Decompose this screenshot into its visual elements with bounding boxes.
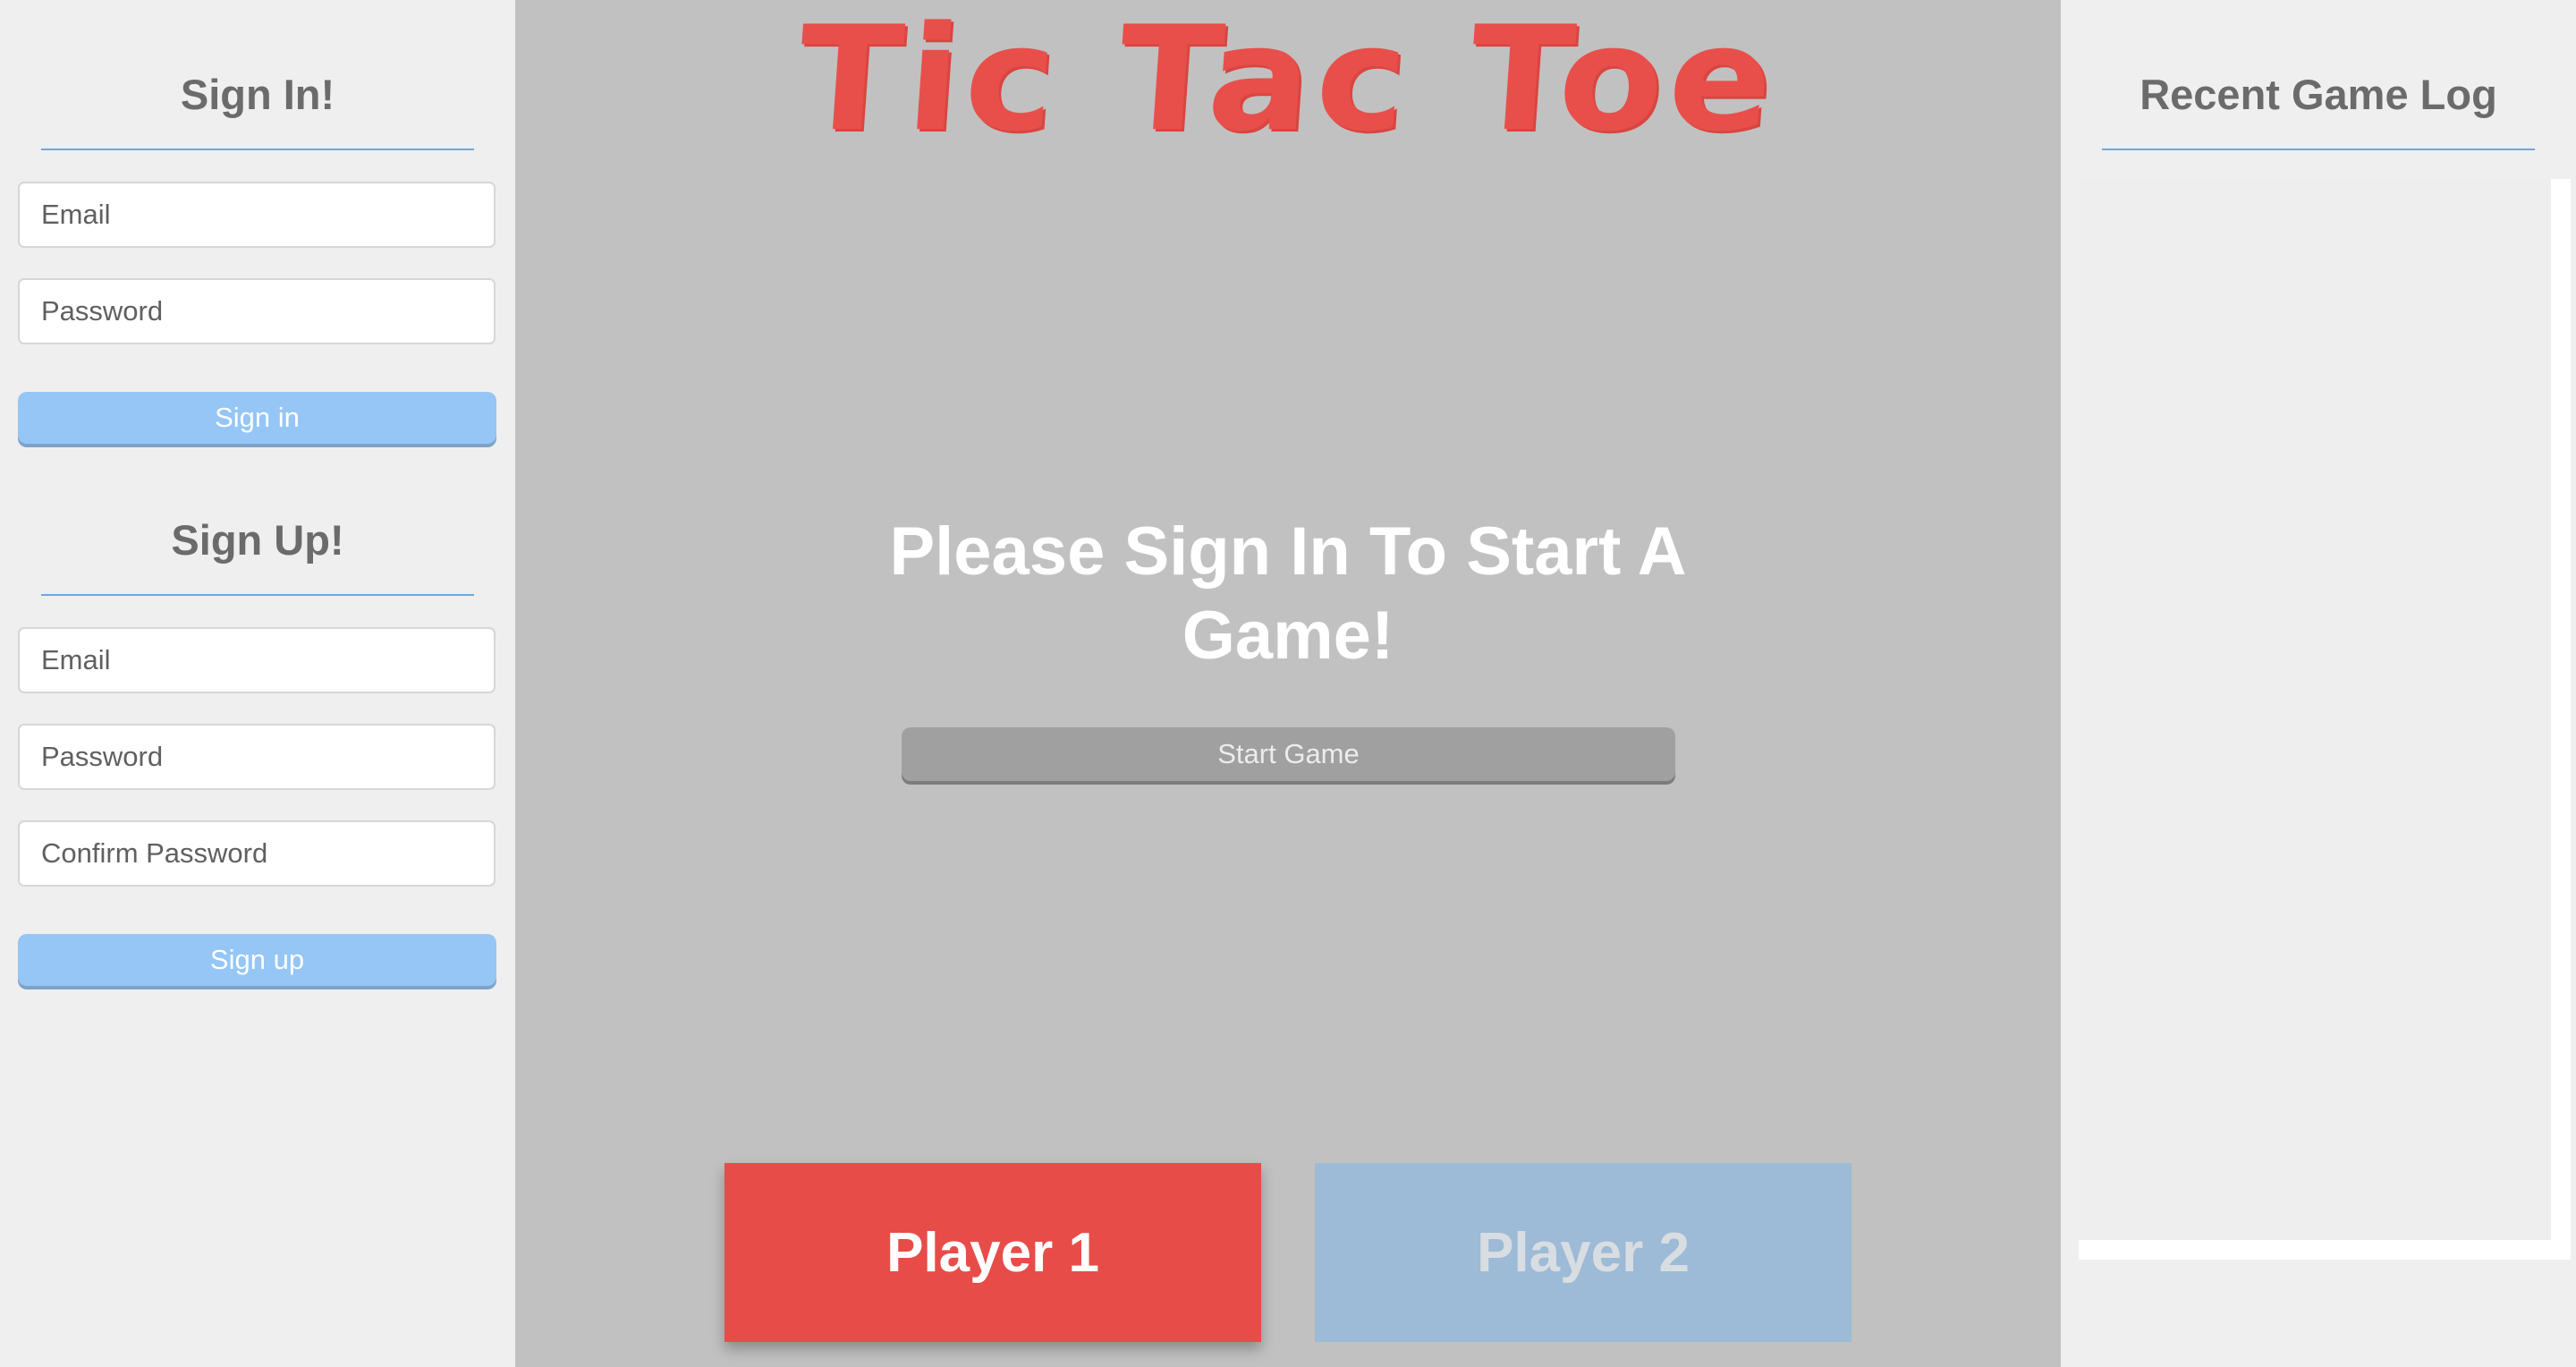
sign-in-email-input[interactable]: [18, 182, 496, 248]
game-log-sidebar: Recent Game Log: [2061, 0, 2576, 1367]
player-1-label: Player 1: [886, 1221, 1099, 1284]
player-2-indicator: Player 2: [1315, 1163, 1852, 1342]
game-log-heading: Recent Game Log: [2140, 71, 2497, 118]
sign-up-password-input[interactable]: [18, 724, 496, 790]
sign-up-divider: [41, 594, 474, 596]
game-area: Tic Tac Toe Please Sign In To Start A Ga…: [515, 0, 2061, 1367]
sign-in-prompt: Please Sign In To Start A Game!: [889, 514, 1687, 674]
sign-up-email-input[interactable]: [18, 627, 496, 693]
sign-in-button[interactable]: Sign in: [18, 392, 496, 444]
sign-in-heading: Sign In!: [180, 71, 335, 118]
sign-up-confirm-password-input[interactable]: [18, 820, 496, 887]
sign-up-heading: Sign Up!: [171, 516, 344, 564]
start-game-button[interactable]: Start Game: [902, 727, 1675, 781]
sign-in-password-input[interactable]: [18, 278, 496, 344]
player-2-label: Player 2: [1477, 1221, 1690, 1284]
sign-up-button[interactable]: Sign up: [18, 934, 496, 986]
game-title-logo: Tic Tac Toe: [792, 0, 1784, 165]
sign-in-divider: [41, 149, 474, 150]
player-1-indicator: Player 1: [724, 1163, 1261, 1342]
auth-sidebar: Sign In! Sign in Sign Up! Sign up: [0, 0, 515, 1367]
game-log-divider: [2102, 149, 2535, 150]
game-log-list[interactable]: [2079, 179, 2571, 1260]
